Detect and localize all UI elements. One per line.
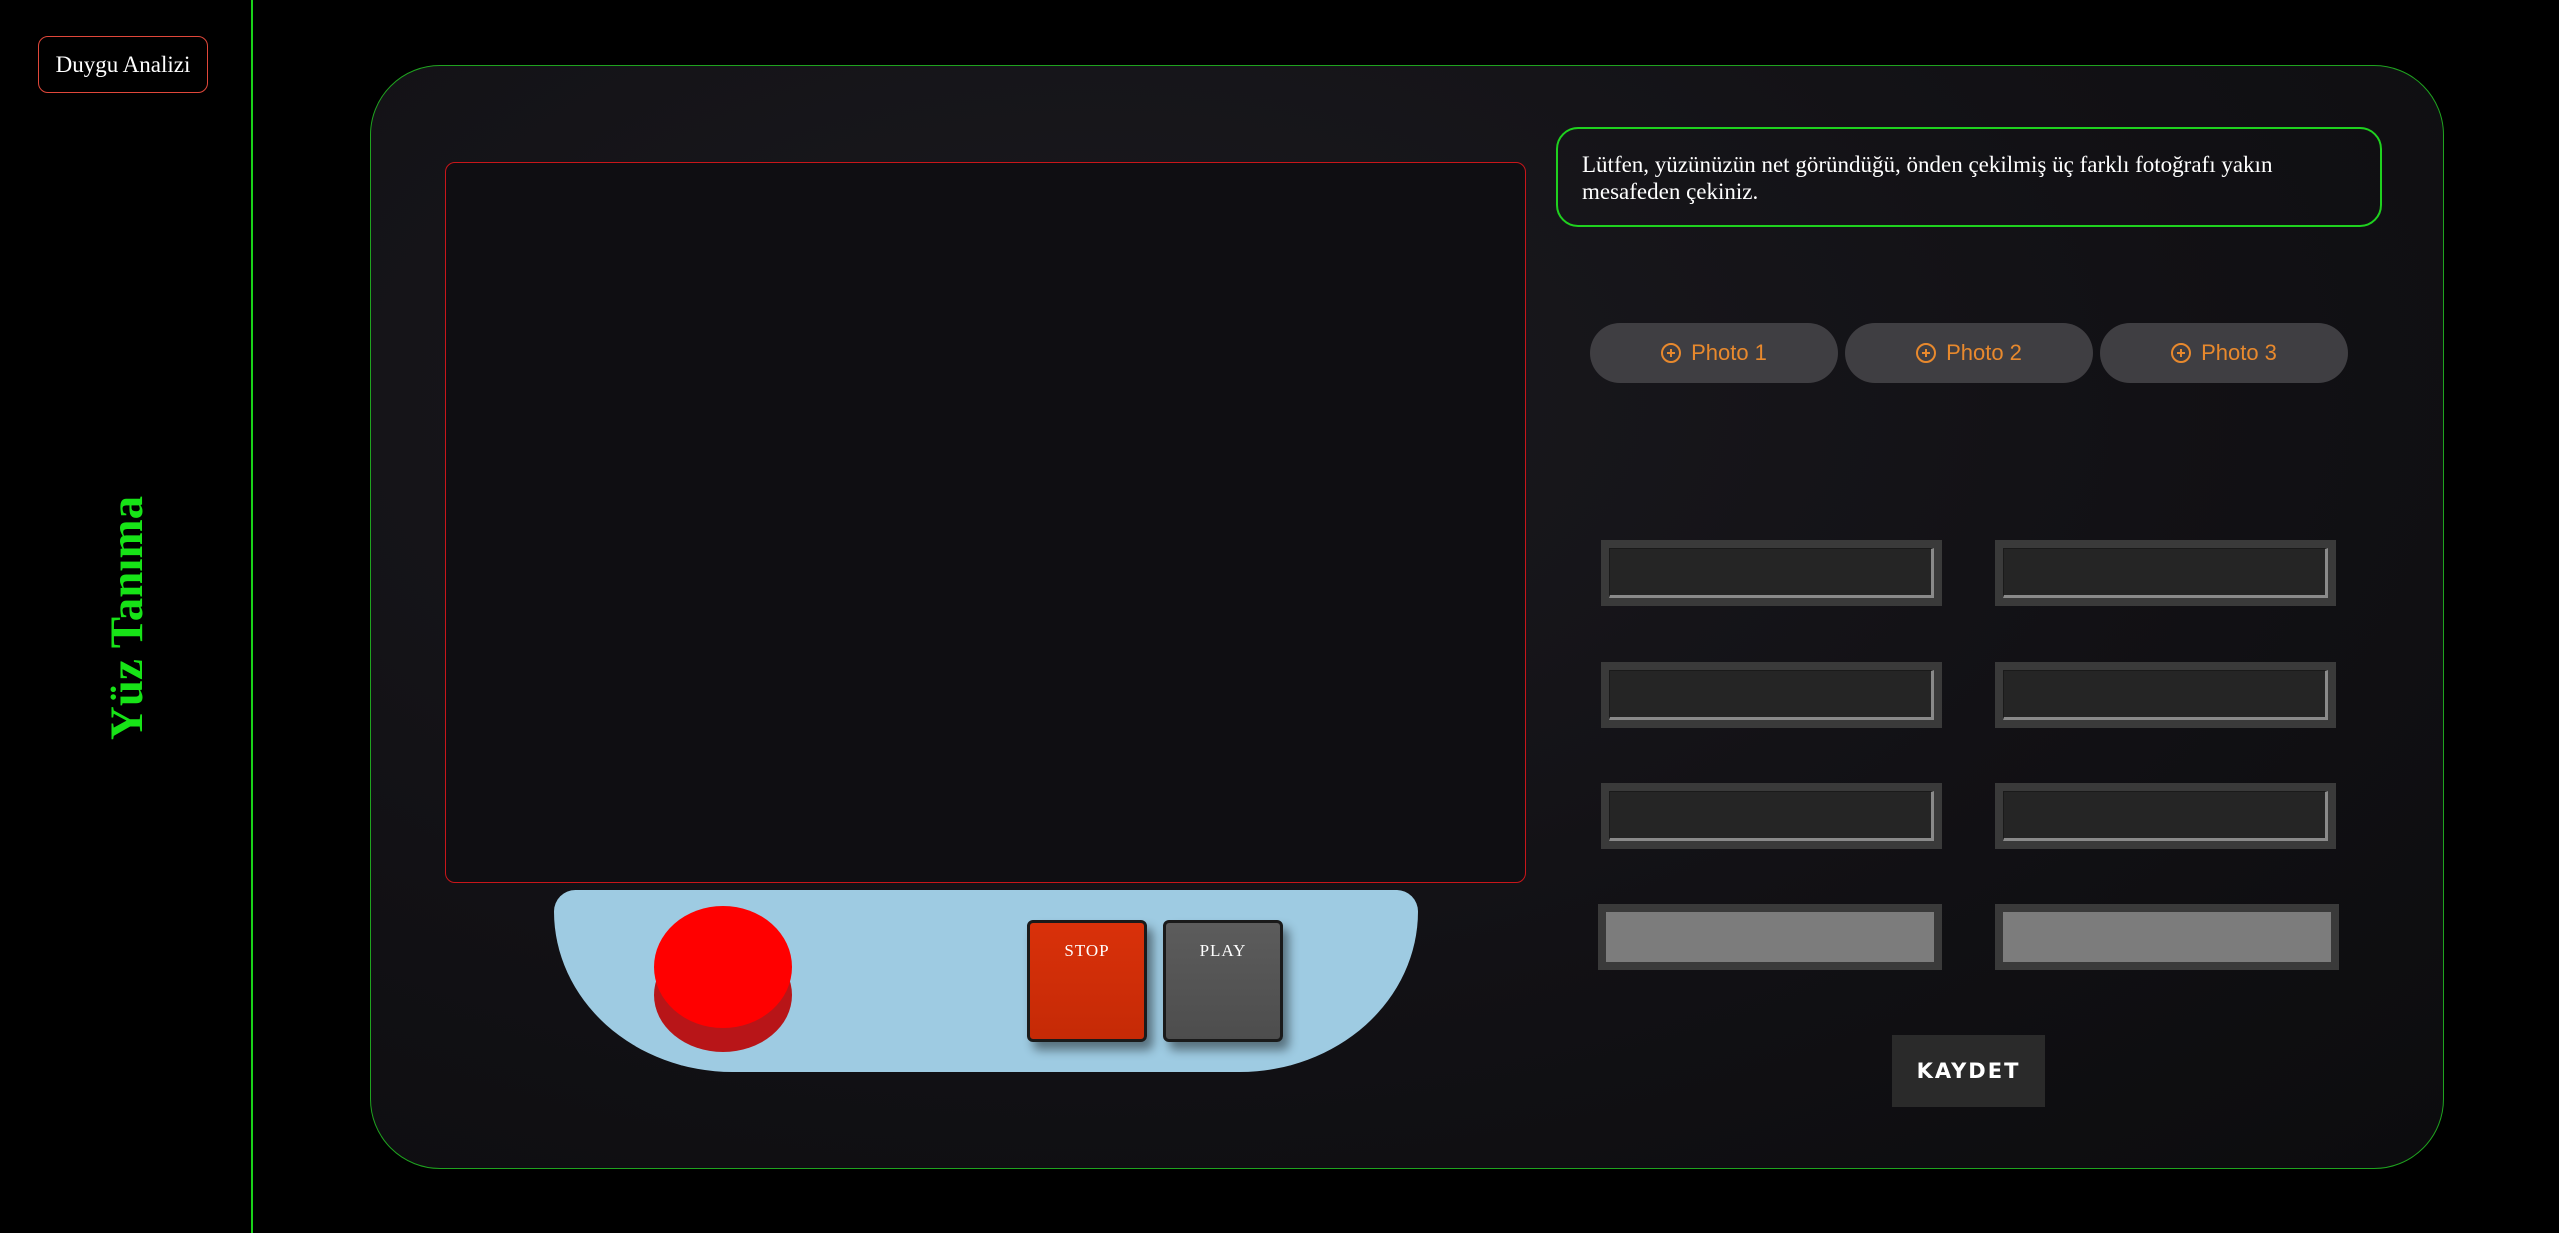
circle-plus-icon — [1661, 343, 1682, 363]
result-field-8[interactable] — [1995, 904, 2339, 970]
page-title: Yüz Tanıma — [101, 495, 153, 741]
result-field-inner — [1609, 791, 1934, 841]
camera-preview — [445, 162, 1526, 883]
result-field-inner — [2003, 670, 2328, 720]
circle-plus-icon — [2171, 343, 2192, 363]
instruction-box: Lütfen, yüzünüzün net göründüğü, önden ç… — [1556, 127, 2382, 227]
result-field-1[interactable] — [1601, 540, 1942, 606]
result-field-7[interactable] — [1598, 904, 1942, 970]
result-field-inner — [2003, 548, 2328, 598]
play-button[interactable]: PLAY — [1163, 920, 1283, 1042]
photo-1-button[interactable]: Photo 1 — [1590, 323, 1838, 383]
record-button[interactable] — [654, 906, 792, 1052]
photo-3-label: Photo 3 — [2201, 340, 2277, 365]
stop-button[interactable]: STOP — [1027, 920, 1147, 1042]
result-field-2[interactable] — [1995, 540, 2336, 606]
result-field-inner — [1609, 670, 1934, 720]
result-field-inner — [2003, 791, 2328, 841]
result-field-inner — [2003, 912, 2331, 962]
save-button[interactable]: KAYDET — [1892, 1035, 2045, 1107]
result-field-inner — [1609, 548, 1934, 598]
photo-2-label: Photo 2 — [1946, 340, 2022, 365]
photo-1-label: Photo 1 — [1691, 340, 1767, 365]
duygu-analizi-button[interactable]: Duygu Analizi — [38, 36, 208, 93]
photo-2-button[interactable]: Photo 2 — [1845, 323, 2093, 383]
photo-3-button[interactable]: Photo 3 — [2100, 323, 2348, 383]
result-field-3[interactable] — [1601, 662, 1942, 728]
result-field-inner — [1606, 912, 1934, 962]
result-field-5[interactable] — [1601, 783, 1942, 849]
result-field-6[interactable] — [1995, 783, 2336, 849]
sidebar: Duygu Analizi Yüz Tanıma — [0, 0, 253, 1233]
record-button-top — [654, 906, 792, 1028]
circle-plus-icon — [1916, 343, 1937, 363]
result-field-4[interactable] — [1995, 662, 2336, 728]
